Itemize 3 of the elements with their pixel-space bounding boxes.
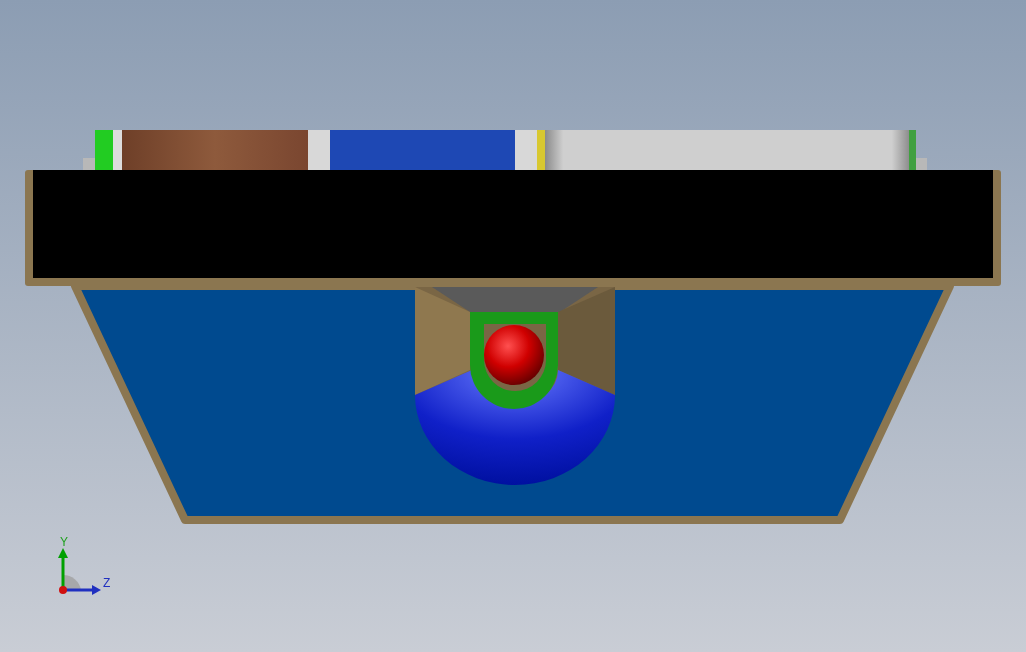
- axis-triad-icon: [58, 548, 101, 595]
- y-axis-label: Y: [60, 535, 68, 549]
- z-axis-label: Z: [103, 576, 111, 590]
